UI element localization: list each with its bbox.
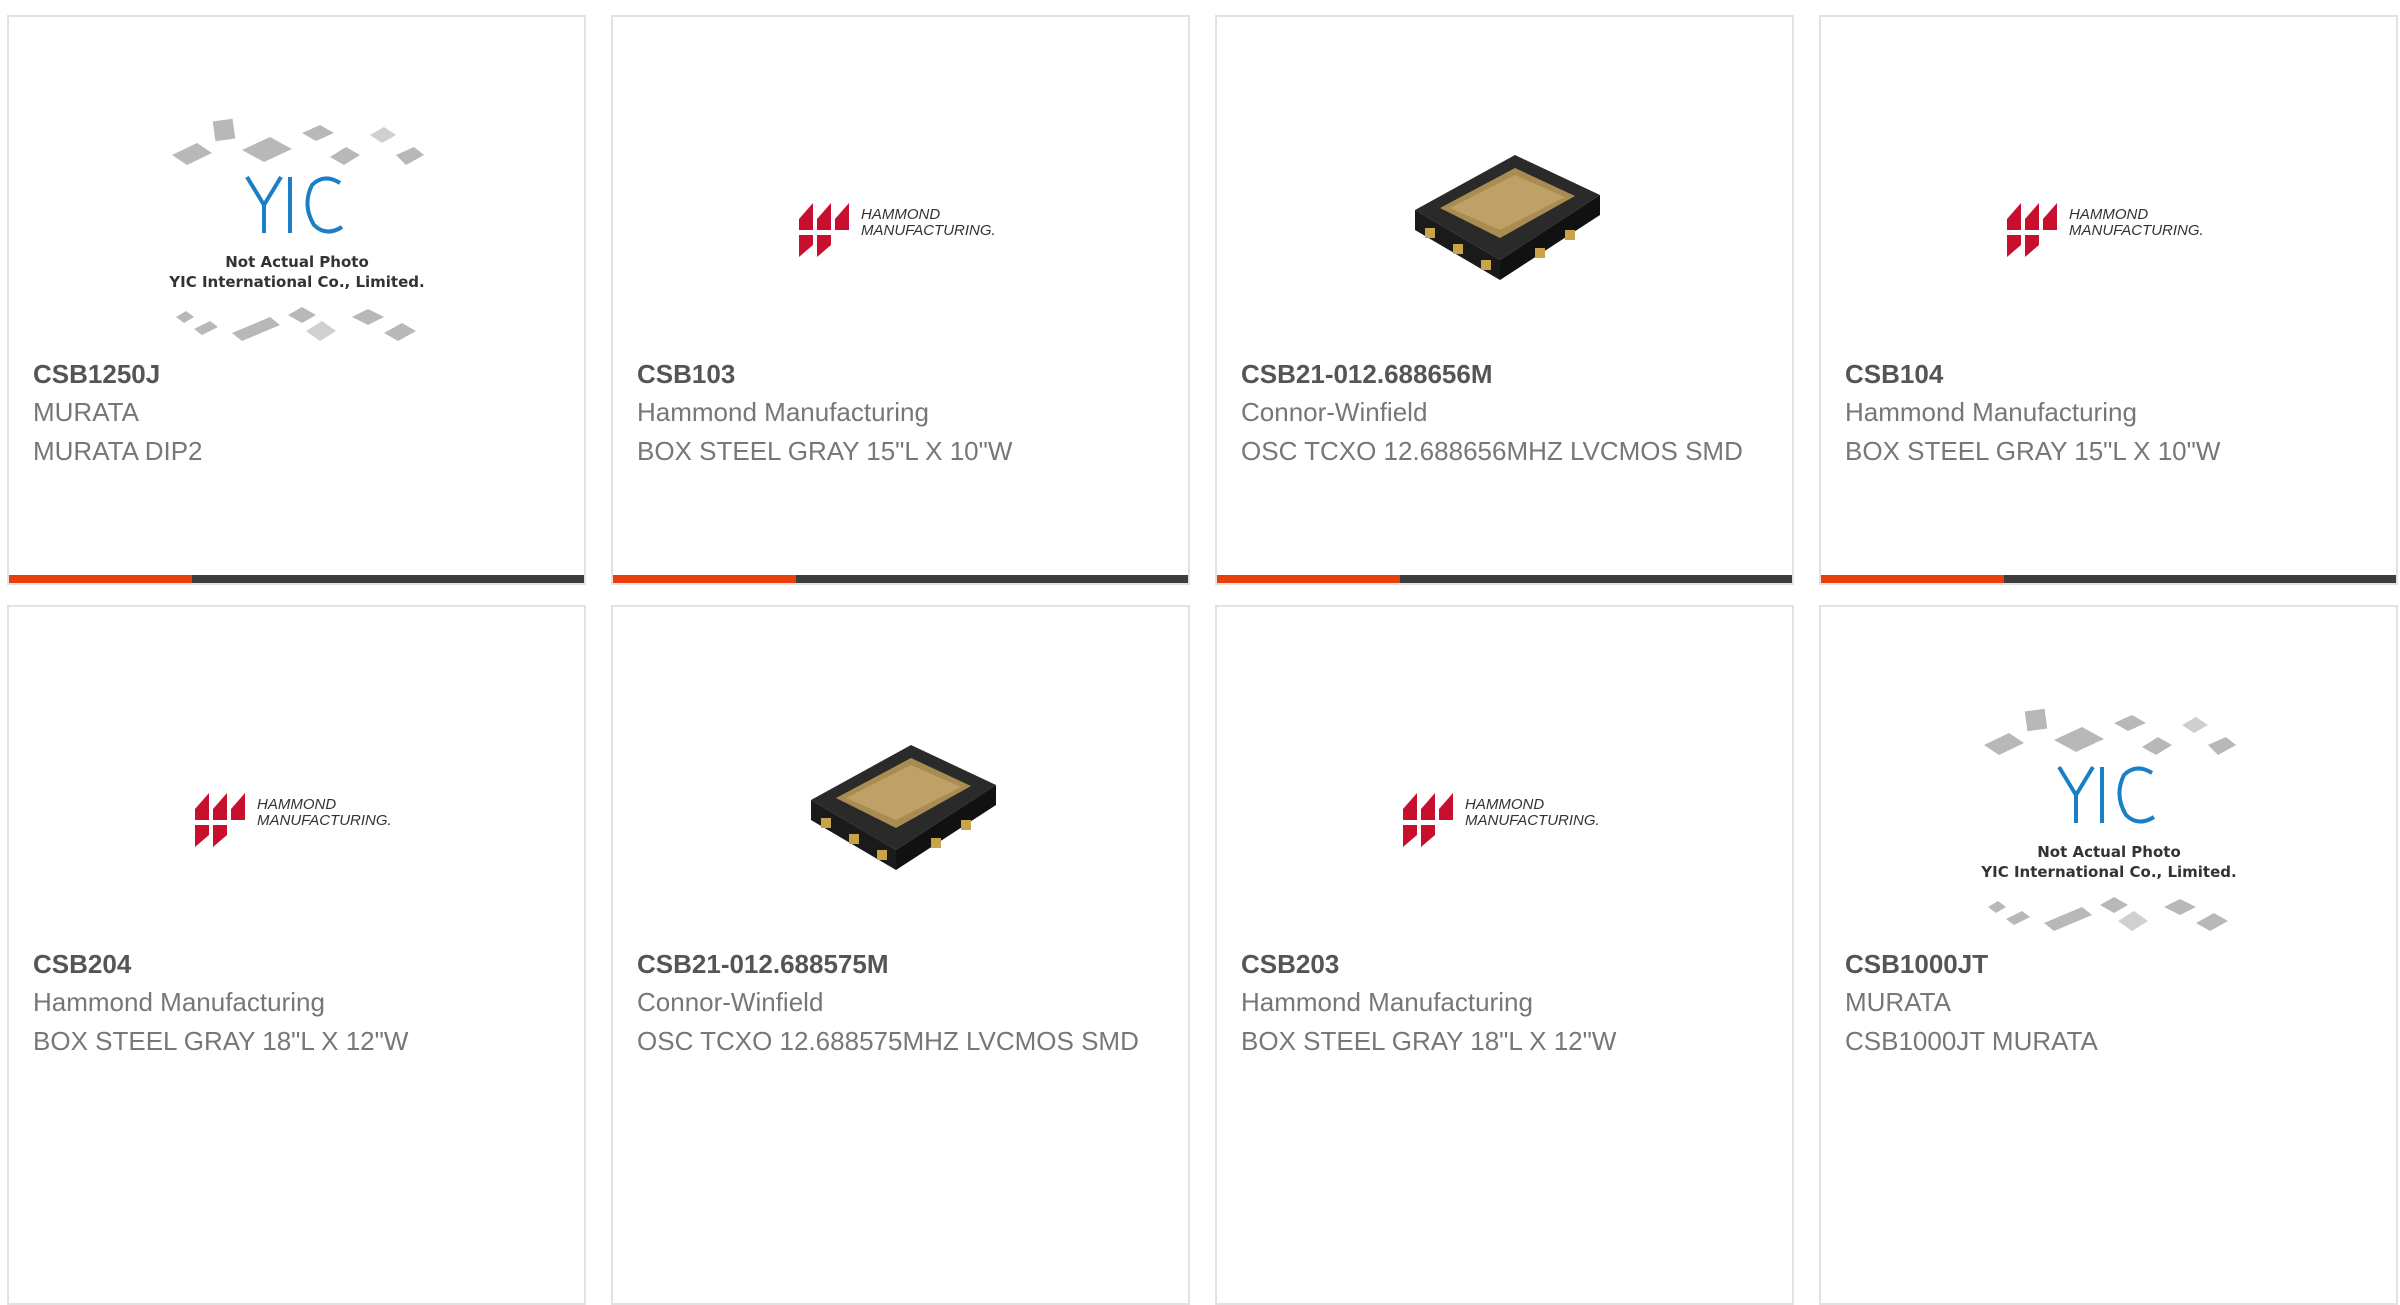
placeholder-line2: YIC International Co., Limited. xyxy=(1980,863,2236,881)
part-number[interactable]: CSB21-012.688575M xyxy=(637,949,889,980)
hammond-logo-icon: HAMMOND MANUFACTURING. xyxy=(2006,203,2204,257)
part-number[interactable]: CSB103 xyxy=(637,359,735,390)
manufacturer: Connor-Winfield xyxy=(1241,397,1428,427)
hammond-line2: MANUFACTURING. xyxy=(1465,812,1600,829)
description: CSB1000JT MURATA xyxy=(1845,1026,2098,1056)
part-number[interactable]: CSB104 xyxy=(1845,359,1943,390)
manufacturer: Hammond Manufacturing xyxy=(1241,987,1533,1017)
part-number[interactable]: CSB21-012.688656M xyxy=(1241,359,1493,390)
placeholder-line1: Not Actual Photo xyxy=(225,253,369,271)
manufacturer: Connor-Winfield xyxy=(637,987,824,1017)
product-card[interactable]: Not Actual Photo YIC International Co., … xyxy=(1819,605,2398,1305)
oscillator-chip-icon xyxy=(1414,155,1600,280)
product-card[interactable]: CSB21-012.688575M Connor-Winfield OSC TC… xyxy=(611,605,1190,1305)
hammond-logo-icon: HAMMOND MANUFACTURING. xyxy=(194,793,392,847)
product-image[interactable]: Not Actual Photo YIC International Co., … xyxy=(152,105,442,355)
card-accent-bar xyxy=(1821,575,2396,583)
product-card[interactable]: HAMMOND MANUFACTURING. CSB104 Hammond Ma… xyxy=(1819,15,2398,585)
description: OSC TCXO 12.688656MHZ LVCMOS SMD xyxy=(1241,436,1743,466)
part-number[interactable]: CSB204 xyxy=(33,949,131,980)
card-accent-bar xyxy=(613,575,1188,583)
product-card[interactable]: CSB21-012.688656M Connor-Winfield OSC TC… xyxy=(1215,15,1794,585)
yic-placeholder-icon: Not Actual Photo YIC International Co., … xyxy=(1980,708,2236,931)
product-grid: Not Actual Photo YIC International Co., … xyxy=(0,0,2400,1305)
card-accent-bar xyxy=(1217,575,1792,583)
part-number[interactable]: CSB203 xyxy=(1241,949,1339,980)
description: BOX STEEL GRAY 18"L X 12"W xyxy=(33,1026,409,1056)
product-image[interactable]: HAMMOND MANUFACTURING. xyxy=(152,695,442,945)
hammond-logo-icon: HAMMOND MANUFACTURING. xyxy=(1402,793,1600,847)
part-number[interactable]: CSB1000JT xyxy=(1845,949,1988,980)
placeholder-line2: YIC International Co., Limited. xyxy=(168,273,424,291)
hammond-line2: MANUFACTURING. xyxy=(2069,222,2204,239)
manufacturer: Hammond Manufacturing xyxy=(33,987,325,1017)
product-image[interactable]: HAMMOND MANUFACTURING. xyxy=(1360,695,1650,945)
product-card[interactable]: HAMMOND MANUFACTURING. CSB103 Hammond Ma… xyxy=(611,15,1190,585)
product-image[interactable] xyxy=(1360,105,1650,355)
product-image[interactable]: HAMMOND MANUFACTURING. xyxy=(1964,105,2254,355)
product-card[interactable]: HAMMOND MANUFACTURING. CSB204 Hammond Ma… xyxy=(7,605,586,1305)
manufacturer: Hammond Manufacturing xyxy=(1845,397,2137,427)
hammond-logo-icon: HAMMOND MANUFACTURING. xyxy=(798,203,996,257)
product-image[interactable] xyxy=(756,695,1046,945)
description: OSC TCXO 12.688575MHZ LVCMOS SMD xyxy=(637,1026,1139,1056)
description: BOX STEEL GRAY 18"L X 12"W xyxy=(1241,1026,1617,1056)
product-card[interactable]: HAMMOND MANUFACTURING. CSB203 Hammond Ma… xyxy=(1215,605,1794,1305)
hammond-line1: HAMMOND xyxy=(2069,206,2148,223)
hammond-line1: HAMMOND xyxy=(861,206,940,223)
product-image[interactable]: Not Actual Photo YIC International Co., … xyxy=(1964,695,2254,945)
description: BOX STEEL GRAY 15"L X 10"W xyxy=(1845,436,2221,466)
yic-placeholder-icon: Not Actual Photo YIC International Co., … xyxy=(168,118,424,341)
hammond-line1: HAMMOND xyxy=(257,796,336,813)
manufacturer: Hammond Manufacturing xyxy=(637,397,929,427)
part-number[interactable]: CSB1250J xyxy=(33,359,160,390)
hammond-line1: HAMMOND xyxy=(1465,796,1544,813)
product-image[interactable]: HAMMOND MANUFACTURING. xyxy=(756,105,1046,355)
description: BOX STEEL GRAY 15"L X 10"W xyxy=(637,436,1013,466)
product-card[interactable]: Not Actual Photo YIC International Co., … xyxy=(7,15,586,585)
manufacturer: MURATA xyxy=(33,397,139,427)
oscillator-chip-icon xyxy=(810,745,996,870)
hammond-line2: MANUFACTURING. xyxy=(257,812,392,829)
manufacturer: MURATA xyxy=(1845,987,1951,1017)
description: MURATA DIP2 xyxy=(33,436,203,466)
hammond-line2: MANUFACTURING. xyxy=(861,222,996,239)
placeholder-line1: Not Actual Photo xyxy=(2037,843,2181,861)
card-accent-bar xyxy=(9,575,584,583)
